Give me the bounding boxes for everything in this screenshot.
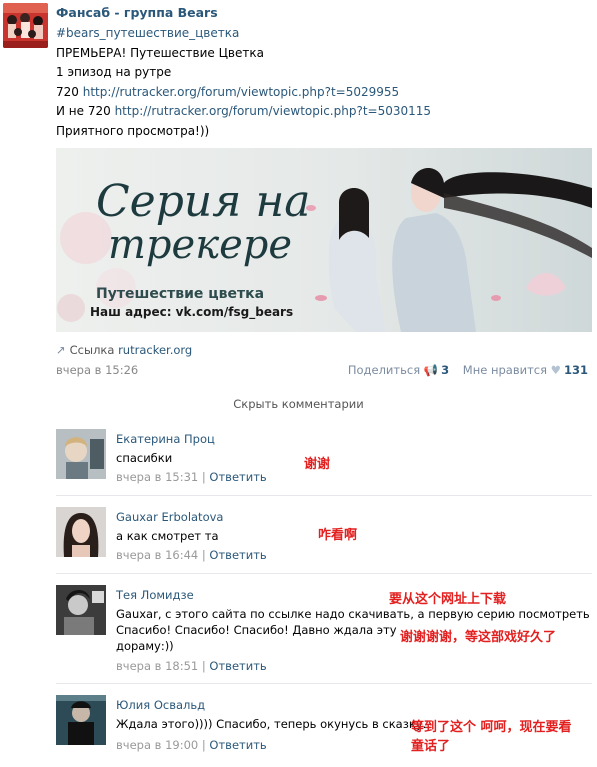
comment-meta: вчера в 19:00 | Ответить: [116, 738, 267, 752]
comment-divider: [56, 573, 592, 574]
attached-link-row[interactable]: ↗ Ссылка rutracker.org: [56, 343, 192, 357]
like-label: Мне нравится: [462, 363, 548, 377]
comment-time[interactable]: вчера в 16:44: [116, 548, 198, 562]
annotation-text: 谢谢谢谢，等这部戏好久了: [400, 630, 557, 645]
avatar[interactable]: [56, 695, 106, 745]
meta-separator: |: [201, 470, 206, 484]
rutracker-link-720[interactable]: http://rutracker.org/forum/viewtopic.php…: [83, 85, 399, 99]
comment-author[interactable]: Gauxar Erbolatova: [116, 510, 223, 524]
share-arrow-icon: ↗: [56, 343, 66, 357]
group-avatar[interactable]: [3, 3, 48, 48]
link-domain[interactable]: rutracker.org: [118, 343, 192, 357]
comment-meta: вчера в 16:44 | Ответить: [116, 548, 267, 562]
post-line-720-prefix: 720: [56, 84, 83, 99]
link-label: Ссылка: [69, 343, 115, 357]
rutracker-link-not-720[interactable]: http://rutracker.org/forum/viewtopic.php…: [115, 104, 431, 118]
reply-button[interactable]: Ответить: [209, 548, 266, 562]
comment-divider: [56, 495, 592, 496]
group-name-link[interactable]: Фансаб - группа Bears: [56, 5, 218, 20]
annotation-text: 童话了: [411, 739, 451, 754]
post-banner-image[interactable]: Серия на трекере Путешествие цветка Наш …: [56, 148, 592, 332]
comment-author[interactable]: Екатерина Проц: [116, 432, 215, 446]
post-line-episode: 1 эпизод на рутре: [56, 65, 172, 80]
hide-comments-link[interactable]: Скрыть комментарии: [0, 397, 597, 411]
post-line-not-720-prefix: И не 720: [56, 104, 115, 119]
comment-author[interactable]: Тея Ломидзе: [116, 588, 194, 602]
like-count: 131: [563, 363, 588, 377]
avatar[interactable]: [56, 507, 106, 557]
comment-time[interactable]: вчера в 18:51: [116, 659, 198, 673]
comment-text: спасибки: [116, 451, 173, 465]
comment-time[interactable]: вчера в 15:31: [116, 470, 198, 484]
post-line-enjoy: Приятного просмотра!)): [56, 123, 210, 138]
post-line-720: 720 http://rutracker.org/forum/viewtopic…: [56, 83, 586, 103]
comment-divider: [56, 683, 592, 684]
like-button[interactable]: Мне нравится ♥ 131: [463, 363, 588, 377]
reply-button[interactable]: Ответить: [209, 659, 266, 673]
comment-text-line1: Gauxar, с этого сайта по ссылке надо ска…: [116, 607, 590, 621]
megaphone-icon: 📢: [423, 363, 439, 377]
banner-address: Наш адрес: vk.com/fsg_bears: [90, 305, 293, 320]
banner-subtitle: Путешествие цветка: [96, 286, 264, 302]
reply-button[interactable]: Ответить: [209, 738, 266, 752]
comment-author[interactable]: Юлия Освальд: [116, 698, 205, 712]
meta-separator: |: [201, 659, 206, 673]
share-button[interactable]: Поделиться 📢 3: [348, 363, 449, 377]
share-count: 3: [441, 363, 450, 377]
annotation-text: 咋看啊: [318, 528, 358, 543]
meta-separator: |: [201, 548, 206, 562]
annotation-text: 谢谢: [304, 457, 331, 472]
comment-meta: вчера в 18:51 | Ответить: [116, 659, 267, 673]
annotation-text: 等到了这个 呵呵，现在要看: [411, 720, 572, 735]
avatar[interactable]: [56, 585, 106, 635]
post-line-not-720: И не 720 http://rutracker.org/forum/view…: [56, 102, 586, 122]
banner-title-line1: Серия на: [96, 176, 311, 227]
post-timestamp[interactable]: вчера в 15:26: [56, 363, 138, 377]
post-meta-row: вчера в 15:26 Поделиться 📢 3 Мне нравится…: [56, 363, 588, 379]
meta-separator: |: [201, 738, 206, 752]
reply-button[interactable]: Ответить: [209, 470, 266, 484]
hashtag-link[interactable]: #bears_путешествие_цветка: [56, 26, 239, 40]
post-line-premiere: ПРЕМЬЕРА! Путешествие Цветка: [56, 45, 264, 60]
heart-icon: ♥: [550, 363, 561, 377]
annotation-text: 要从这个网址上下载: [389, 592, 507, 607]
post-text: #bears_путешествие_цветка ПРЕМЬЕРА! Путе…: [56, 24, 586, 142]
comment-time[interactable]: вчера в 19:00: [116, 738, 198, 752]
avatar[interactable]: [56, 429, 106, 479]
comment-meta: вчера в 15:31 | Ответить: [116, 470, 267, 484]
banner-title-line2: трекере: [108, 222, 292, 268]
share-label: Поделиться: [347, 363, 421, 377]
